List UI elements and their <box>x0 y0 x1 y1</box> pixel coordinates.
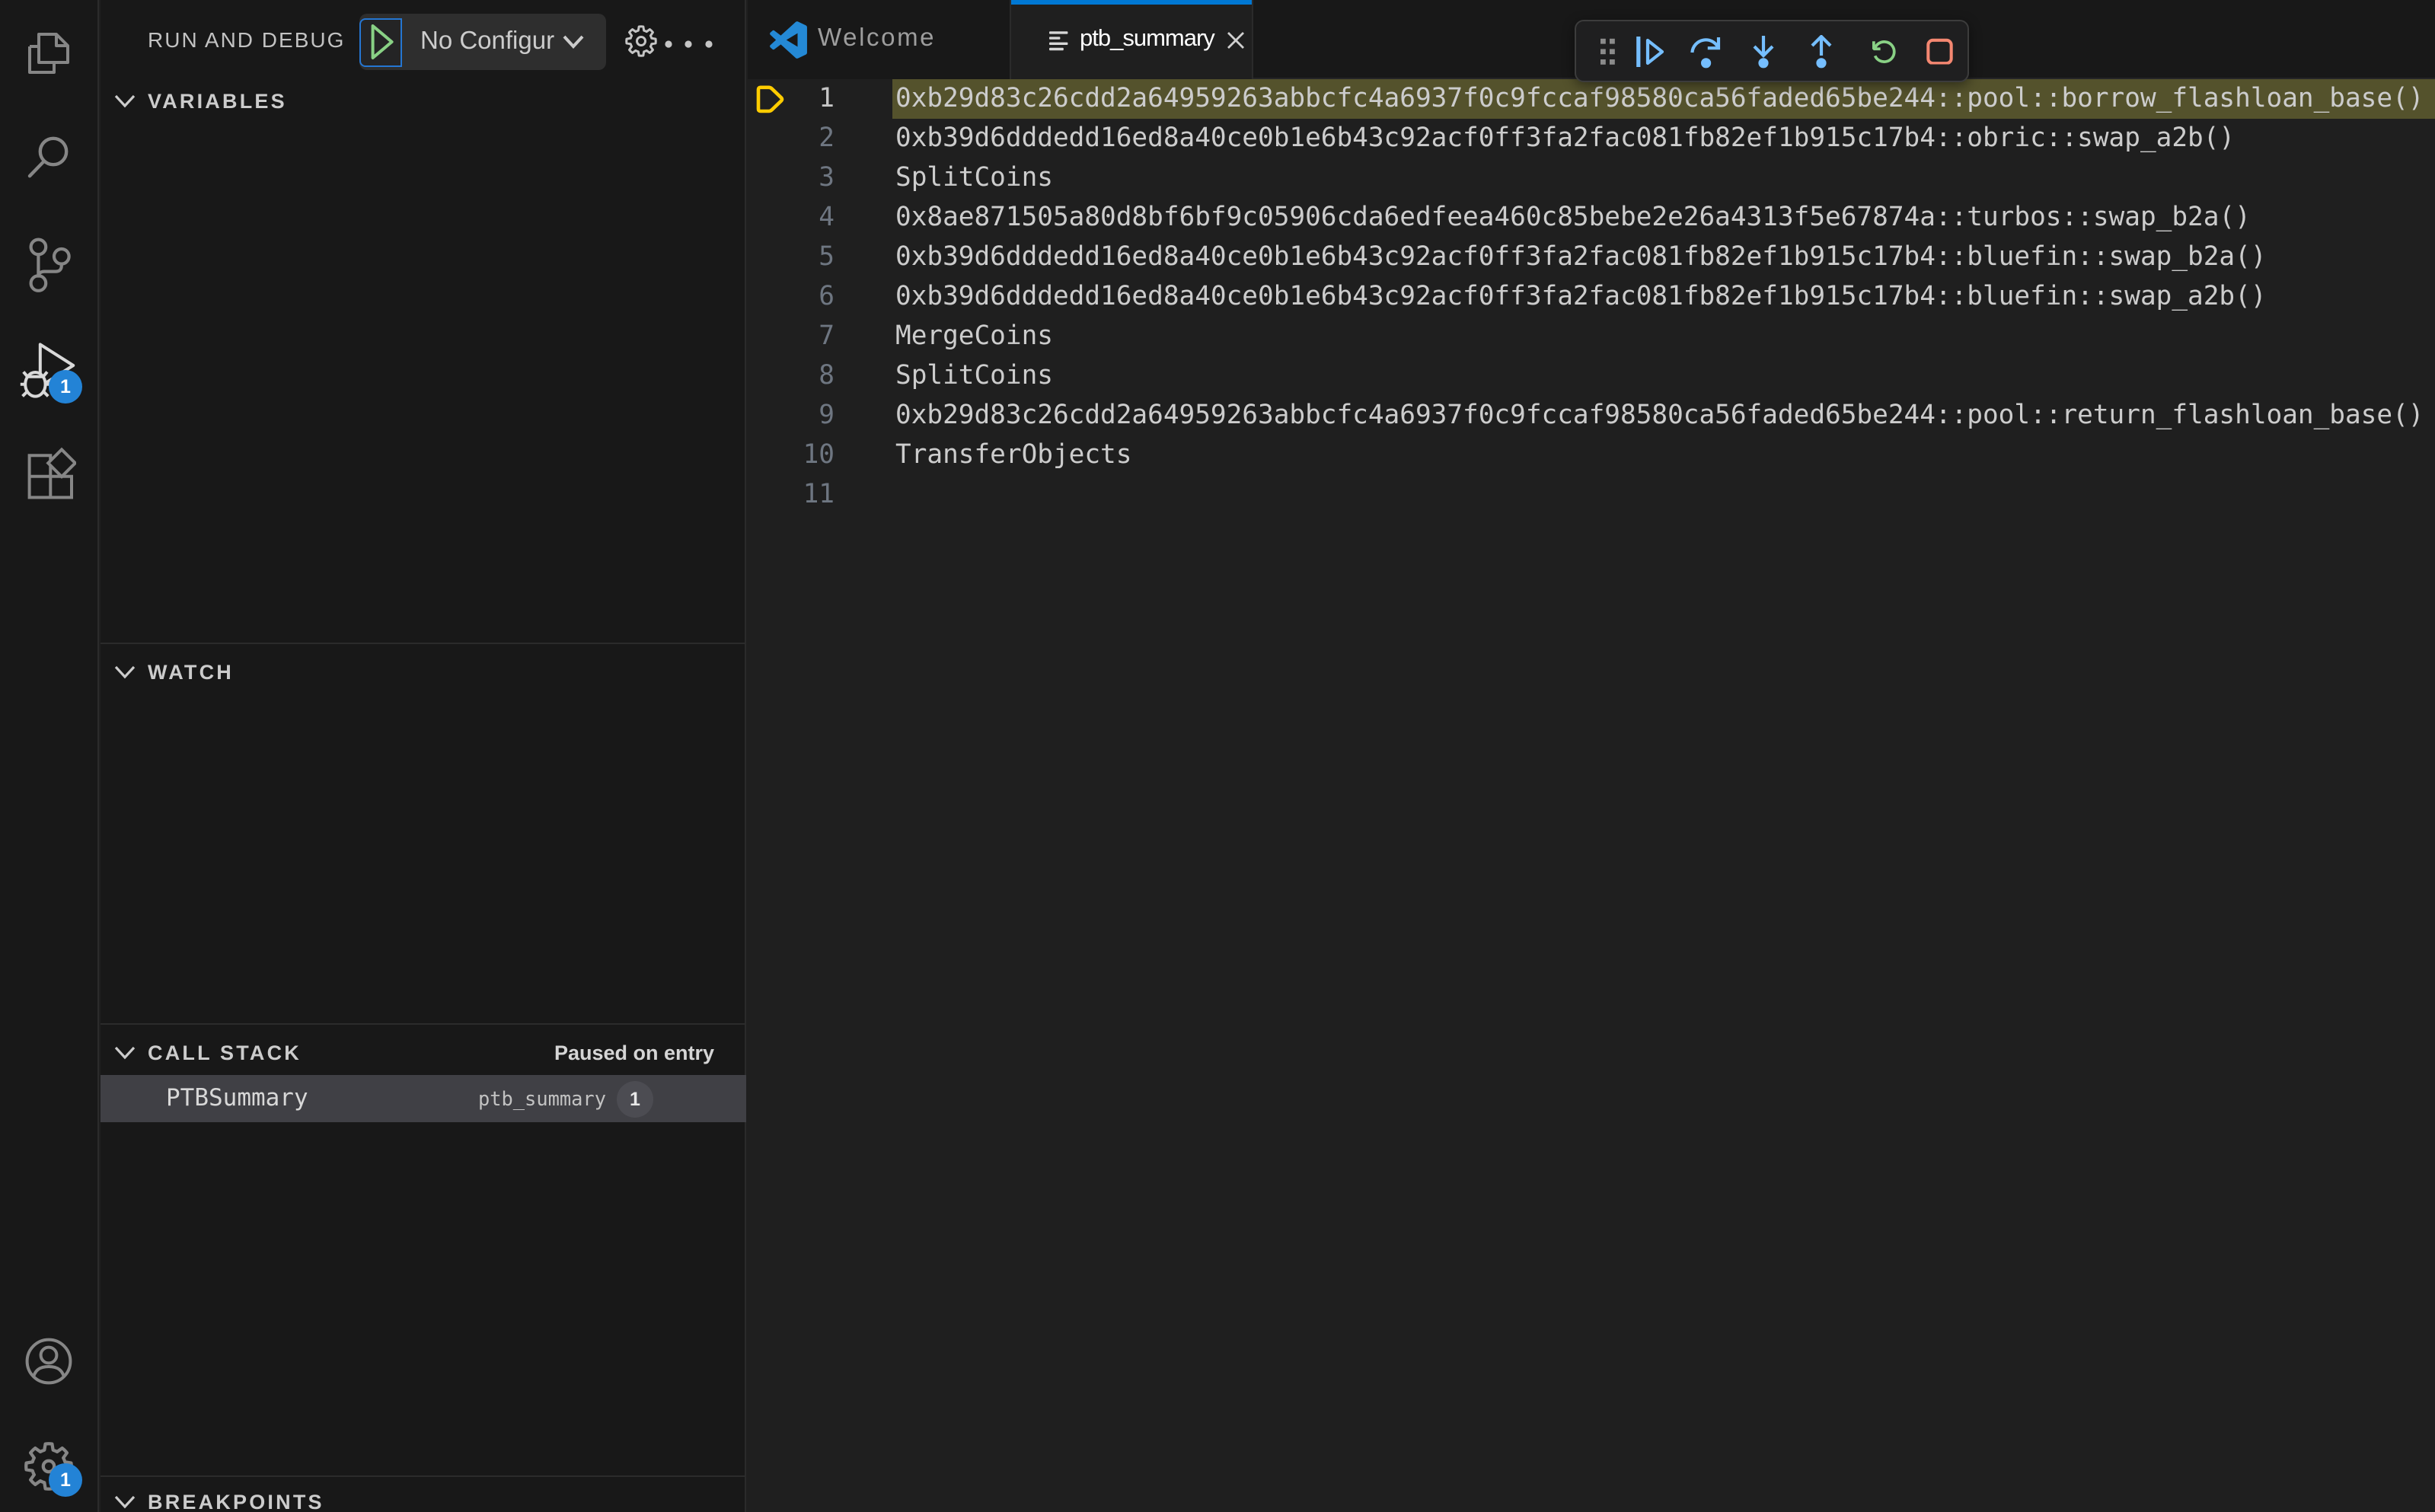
pane-header-variables[interactable]: VARIABLES <box>101 76 745 128</box>
activitybar-item-search[interactable] <box>0 107 97 210</box>
stack-frame-badge: 1 <box>617 1080 653 1117</box>
code-line-2[interactable]: 2 0xb39d6dddedd16ed8a40ce0b1e6b43c92acf0f… <box>748 119 2435 158</box>
extensions-icon <box>27 447 76 499</box>
debug-stop-icon[interactable] <box>1926 37 1953 65</box>
debug-step-over-icon[interactable] <box>1690 34 1722 68</box>
code-line-9[interactable]: 9 0xb29d83c26cdd2a64959263abbcfc4a6937f0c… <box>748 396 2435 435</box>
chevron-down-icon <box>114 1046 136 1060</box>
line-content: 0xb39d6dddedd16ed8a40ce0b1e6b43c92acf0ff… <box>895 123 2236 154</box>
code-line-4[interactable]: 4 0x8ae871505a80d8bf6bf9c05906cda6edfeea4… <box>748 198 2435 238</box>
call-stack-status: Paused on entry <box>554 1041 714 1064</box>
code-line-1[interactable]: 1 0xb29d83c26cdd2a64959263abbcfc4a6937f0c… <box>748 79 2435 119</box>
chevron-down-icon <box>114 94 136 108</box>
debug-step-into-icon[interactable] <box>1751 34 1776 68</box>
activitybar-item-manage[interactable]: 1 <box>0 1415 97 1512</box>
play-icon <box>371 24 394 59</box>
source-control-icon <box>29 238 71 292</box>
sidebar-run-and-debug: RUN AND DEBUG No Configur VARIABLES WATC… <box>101 0 746 1512</box>
call-stack-frame-row[interactable]: PTBSummary ptb_summary 1 <box>101 1075 746 1122</box>
pane-header-call-stack[interactable]: CALL STACK Paused on entry <box>101 1028 745 1080</box>
activitybar-item-source-control[interactable] <box>0 213 97 317</box>
tab-ptb-summary[interactable]: ptb_summary <box>1011 0 1253 79</box>
file-lines-icon <box>1049 31 1068 51</box>
line-number: 10 <box>803 440 835 471</box>
line-number: 1 <box>819 84 835 114</box>
tab-welcome[interactable]: Welcome <box>748 0 1011 79</box>
code-line-5[interactable]: 5 0xb39d6dddedd16ed8a40ce0b1e6b43c92acf0f… <box>748 238 2435 277</box>
pane-header-breakpoints[interactable]: BREAKPOINTS <box>101 1477 745 1512</box>
config-dropdown-label: No Configur <box>420 27 555 55</box>
pane-label-watch: WATCH <box>148 661 234 684</box>
drag-gripper-icon[interactable] <box>1600 37 1616 65</box>
files-icon <box>28 33 69 74</box>
search-icon <box>27 136 69 178</box>
sidebar-header: RUN AND DEBUG No Configur <box>101 0 745 79</box>
code-line-6[interactable]: 6 0xb39d6dddedd16ed8a40ce0b1e6b43c92acf0f… <box>748 277 2435 317</box>
activitybar-item-accounts[interactable] <box>0 1309 97 1413</box>
activitybar-item-extensions[interactable] <box>0 422 97 525</box>
code-line-3[interactable]: 3 SplitCoins <box>748 158 2435 198</box>
line-content: MergeCoins <box>895 321 1053 352</box>
pane-label-variables: VARIABLES <box>148 90 287 113</box>
chevron-down-icon <box>563 35 584 49</box>
chevron-down-icon <box>114 1495 136 1509</box>
debug-settings-gear-icon[interactable] <box>624 24 658 58</box>
line-number: 9 <box>819 400 835 431</box>
tab-label: ptb_summary <box>1080 26 1215 52</box>
pane-label-breakpoints: BREAKPOINTS <box>148 1491 324 1512</box>
debug-config-dropdown[interactable]: No Configur <box>359 14 606 70</box>
debug-toolbar <box>1575 20 1969 82</box>
code-line-7[interactable]: 7 MergeCoins <box>748 317 2435 356</box>
code-line-10[interactable]: 10 TransferObjects <box>748 435 2435 475</box>
sidebar-title: RUN AND DEBUG <box>148 27 346 52</box>
stack-frame-name: PTBSummary <box>166 1084 308 1112</box>
line-number: 6 <box>819 282 835 312</box>
debug-continue-icon[interactable] <box>1636 34 1666 68</box>
activity-bar: 1 1 <box>0 0 99 1512</box>
more-actions-icon[interactable] <box>664 40 716 49</box>
line-content: SplitCoins <box>895 163 1053 193</box>
tab-label: Welcome <box>818 24 937 52</box>
line-number: 4 <box>819 203 835 233</box>
start-debugging-button[interactable] <box>359 18 402 66</box>
close-icon[interactable] <box>1226 30 1246 50</box>
debug-step-out-icon[interactable] <box>1809 34 1833 68</box>
vscode-window: 1 1 RUN AND DEBUG No Configur VARIABLES … <box>0 0 2435 1512</box>
chevron-down-icon <box>114 665 136 679</box>
line-number: 8 <box>819 361 835 391</box>
line-content: 0xb29d83c26cdd2a64959263abbcfc4a6937f0c9… <box>895 400 2424 431</box>
activitybar-item-explorer[interactable] <box>0 2 97 105</box>
line-content: 0xb39d6dddedd16ed8a40ce0b1e6b43c92acf0ff… <box>895 242 2267 273</box>
line-number: 2 <box>819 123 835 154</box>
code-line-8[interactable]: 8 SplitCoins <box>748 356 2435 396</box>
activitybar-item-run-and-debug[interactable]: 1 <box>0 318 97 422</box>
line-number: 3 <box>819 163 835 193</box>
debug-badge: 1 <box>49 370 82 404</box>
pane-separator <box>101 643 745 644</box>
pane-label-call-stack: CALL STACK <box>148 1041 302 1064</box>
line-number: 7 <box>819 321 835 352</box>
line-number: 5 <box>819 242 835 273</box>
vscode-logo-icon <box>770 21 807 59</box>
account-icon <box>25 1338 72 1385</box>
code-editor[interactable]: 1 0xb29d83c26cdd2a64959263abbcfc4a6937f0c… <box>748 79 2435 1512</box>
settings-badge: 1 <box>49 1463 82 1497</box>
line-number: 11 <box>803 480 835 510</box>
line-content: SplitCoins <box>895 361 1053 391</box>
stack-frame-file: ptb_summary <box>477 1087 606 1110</box>
debug-restart-icon[interactable] <box>1869 36 1899 66</box>
line-content: 0x8ae871505a80d8bf6bf9c05906cda6edfeea46… <box>895 203 2251 233</box>
pane-header-watch[interactable]: WATCH <box>101 647 745 699</box>
line-content: TransferObjects <box>895 440 1132 471</box>
code-line-11[interactable]: 11 <box>748 475 2435 515</box>
line-content: 0xb29d83c26cdd2a64959263abbcfc4a6937f0c9… <box>895 84 2424 114</box>
editor-area: Welcome ptb_summary 1 0xb29d83c26cdd2a649… <box>748 0 2435 1512</box>
call-stack-list: PTBSummary ptb_summary 1 <box>101 1075 746 1122</box>
pane-separator <box>101 1023 745 1025</box>
line-content: 0xb39d6dddedd16ed8a40ce0b1e6b43c92acf0ff… <box>895 282 2267 312</box>
